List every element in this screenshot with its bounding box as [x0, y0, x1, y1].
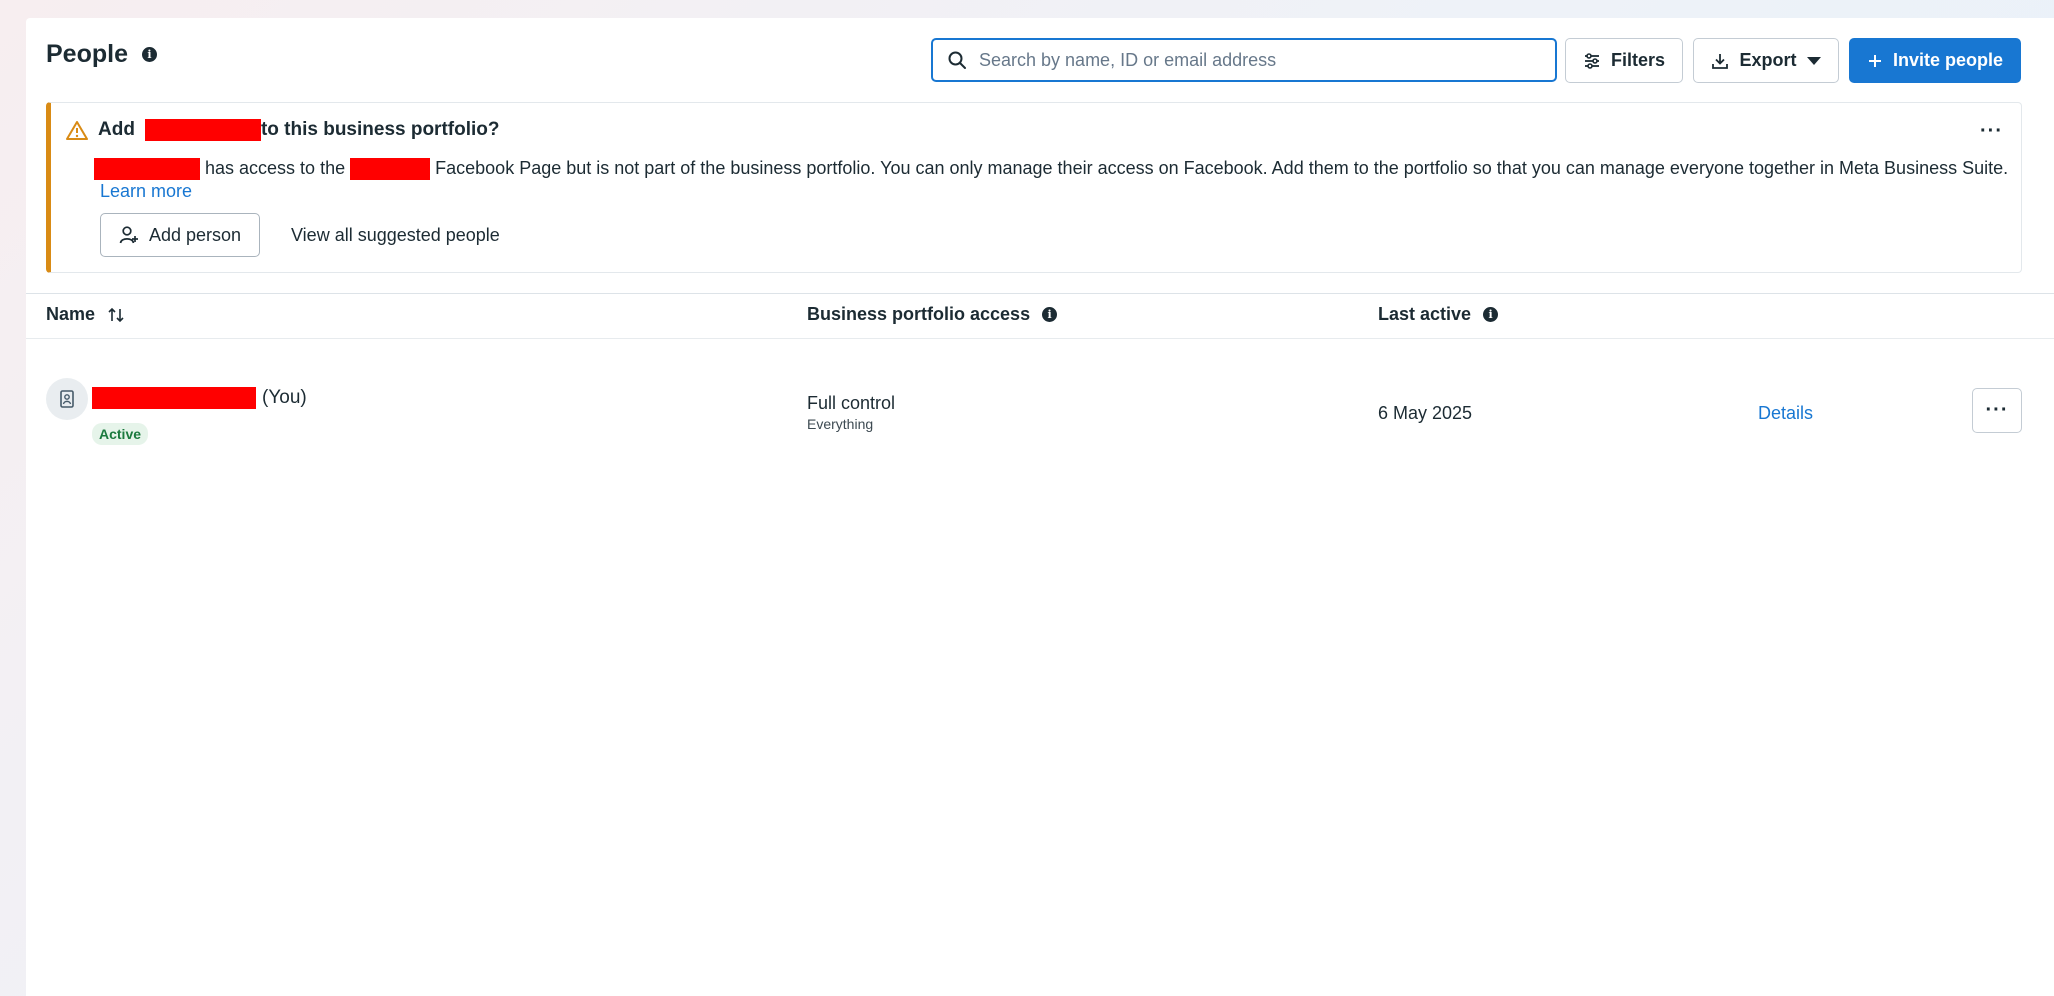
page-header: People i Filters [26, 18, 2054, 100]
table-top-divider [26, 293, 2054, 294]
people-panel: People i Filters [26, 18, 2054, 996]
banner-description: has access to the Facebook Page but is n… [94, 155, 2014, 181]
page-title: People [46, 40, 128, 68]
caret-down-icon [1806, 56, 1821, 65]
last-active-date: 6 May 2025 [1378, 403, 1473, 423]
plus-icon [1868, 54, 1881, 67]
column-header-access: Business portfolio access i [807, 304, 1058, 325]
banner-title: Add to this business portfolio? [66, 119, 500, 141]
column-access-label: Business portfolio access [807, 304, 1031, 324]
header-bottom-divider [26, 338, 2054, 339]
column-name-label: Name [46, 304, 96, 324]
info-icon[interactable]: i [141, 47, 157, 62]
avatar [46, 378, 88, 420]
filters-button[interactable]: Filters [1565, 38, 1683, 83]
search-input[interactable] [979, 49, 1539, 71]
last-active-info-icon[interactable]: i [1483, 307, 1499, 322]
access-level: Full control [807, 393, 896, 413]
details-link[interactable]: Details [1758, 403, 1813, 424]
add-person-label: Add person [148, 224, 242, 245]
redacted-name [144, 119, 261, 141]
row-more-button[interactable]: ··· [1972, 388, 2022, 433]
banner-title-prefix: Add [98, 119, 135, 140]
invite-label: Invite people [1892, 50, 2004, 70]
status-badge: Active [92, 423, 149, 445]
suggestion-banner: Add to this business portfolio? ··· has … [46, 102, 2022, 273]
learn-more-link[interactable]: Learn more [100, 181, 192, 202]
add-person-icon [119, 226, 138, 244]
title-group: People i [46, 40, 157, 69]
column-header-name[interactable]: Name [46, 304, 125, 325]
redacted-member-name [92, 387, 256, 409]
column-header-last-active: Last active i [1378, 304, 1499, 325]
add-person-button[interactable]: Add person [100, 213, 260, 257]
member-name: (You) [92, 387, 307, 409]
sort-icon[interactable] [107, 307, 125, 323]
search-box[interactable] [931, 38, 1557, 82]
filters-icon [1584, 52, 1599, 69]
column-last-active-label: Last active [1378, 304, 1472, 324]
redacted-person [94, 158, 200, 181]
you-label: (You) [262, 387, 307, 408]
business-card-icon [60, 390, 74, 408]
export-label: Export [1739, 50, 1797, 70]
download-icon [1712, 53, 1729, 69]
banner-text-part1: has access to the [205, 158, 346, 178]
warning-icon [66, 121, 88, 140]
search-icon [948, 51, 966, 69]
table-row[interactable]: (You) Active Full control Everything 6 M… [26, 358, 2054, 448]
filters-label: Filters [1610, 50, 1666, 70]
view-all-suggested-button[interactable]: View all suggested people [291, 213, 500, 257]
redacted-page [350, 158, 431, 181]
export-button[interactable]: Export [1693, 38, 1839, 83]
invite-people-button[interactable]: Invite people [1849, 38, 2021, 83]
access-info-icon[interactable]: i [1042, 307, 1058, 322]
banner-title-suffix: to this business portfolio? [260, 119, 500, 140]
banner-text-part2: Facebook Page but is not part of the bus… [435, 158, 2009, 178]
access-scope: Everything [807, 416, 874, 432]
banner-more-button[interactable]: ··· [1980, 121, 2003, 141]
